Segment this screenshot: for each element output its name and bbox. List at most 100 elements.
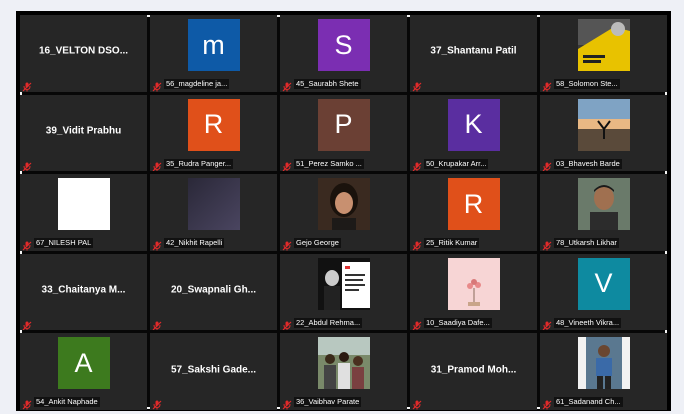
participant-name-label: 50_Krupakar Arr... [424, 158, 489, 169]
avatar-letter: R [447, 178, 500, 231]
tile-footer [412, 397, 535, 410]
participant-tile[interactable]: 37_Shantanu Patil [410, 15, 537, 92]
mic-muted-icon [22, 79, 32, 92]
mic-muted-icon [282, 159, 292, 172]
participant-name-label: Gejo George [294, 238, 341, 249]
white-blank-photo [57, 178, 110, 231]
avatar-letter: S [317, 19, 370, 71]
participant-tile[interactable]: A 54_Ankit Naphade [20, 333, 147, 410]
quote-card-photo [317, 257, 370, 310]
mic-muted-icon [412, 318, 422, 331]
participant-display-name: 57_Sakshi Gade... [170, 363, 257, 375]
participant-tile[interactable]: 39_Vidit Prabhu [20, 94, 147, 172]
participant-tile[interactable]: P 51_Perez Samko ... [280, 94, 407, 172]
participant-name-label: 61_Sadanand Ch... [554, 397, 623, 408]
participant-display-name: 31_Pramod Moh... [430, 363, 517, 375]
participant-name-label: 03_Bhavesh Barde [554, 158, 622, 169]
tile-footer: 25_Ritik Kumar [412, 238, 535, 251]
woman-portrait-photo [317, 178, 370, 231]
participant-tile[interactable]: 42_Nikhit Rapelli [150, 174, 277, 251]
mic-muted-icon [282, 318, 292, 331]
tile-footer: 54_Ankit Naphade [22, 397, 145, 410]
participant-tile[interactable]: 31_Pramod Moh... [410, 333, 537, 410]
tile-footer [22, 79, 145, 92]
mic-muted-icon [282, 79, 292, 92]
tile-footer: 48_Vineeth Vikra... [542, 317, 665, 331]
tile-footer: 22_Abdul Rehma... [282, 317, 405, 331]
participant-tile[interactable]: Gejo George [280, 174, 407, 251]
tile-footer: 42_Nikhit Rapelli [152, 238, 275, 251]
tile-footer: 35_Rudra Panger... [152, 158, 275, 172]
participant-tile[interactable]: 57_Sakshi Gade... [150, 333, 277, 410]
tile-footer: Gejo George [282, 238, 405, 251]
participant-name-label: 36_Vaibhav Parate [294, 397, 362, 408]
mic-muted-icon [152, 318, 162, 331]
tile-footer [152, 397, 275, 410]
tile-footer: 78_Utkarsh Likhar [542, 238, 665, 251]
tile-footer: 45_Saurabh Shete [282, 79, 405, 92]
tile-footer: 67_NILESH PAL [22, 238, 145, 251]
participant-name-label: 22_Abdul Rehma... [294, 317, 363, 328]
tile-footer [22, 317, 145, 331]
man-standing-photo [577, 337, 630, 390]
participant-tile[interactable]: 61_Sadanand Ch... [540, 333, 667, 410]
tile-footer: 03_Bhavesh Barde [542, 158, 665, 172]
participant-tile[interactable]: 78_Utkarsh Likhar [540, 174, 667, 251]
video-gallery-frame: 16_VELTON DSO... m 56_magdeline ja... S 4… [16, 11, 671, 411]
participant-tile[interactable]: R 25_Ritik Kumar [410, 174, 537, 251]
participant-tile[interactable]: 03_Bhavesh Barde [540, 94, 667, 172]
mic-muted-icon [542, 238, 552, 251]
mic-muted-icon [542, 159, 552, 172]
participant-display-name: 33_Chaitanya M... [41, 284, 126, 296]
participant-name-label: 42_Nikhit Rapelli [164, 238, 225, 249]
participant-name-label: 10_Saadiya Dafe... [424, 317, 492, 328]
participant-tile[interactable]: 10_Saadiya Dafe... [410, 253, 537, 331]
avatar-letter: R [187, 98, 240, 151]
participant-display-name: 37_Shantanu Patil [430, 45, 517, 57]
mic-muted-icon [412, 238, 422, 251]
participant-name-label: 45_Saurabh Shete [294, 79, 361, 90]
mic-muted-icon [542, 318, 552, 331]
participant-grid: 16_VELTON DSO... m 56_magdeline ja... S 4… [20, 15, 667, 410]
mic-muted-icon [412, 159, 422, 172]
participant-tile[interactable]: 22_Abdul Rehma... [280, 253, 407, 331]
mic-muted-icon [152, 79, 162, 92]
participant-tile[interactable]: K 50_Krupakar Arr... [410, 94, 537, 172]
participant-tile[interactable]: 58_Solomon Ste... [540, 15, 667, 92]
mic-muted-icon [152, 159, 162, 172]
participant-tile[interactable]: R 35_Rudra Panger... [150, 94, 277, 172]
mic-muted-icon [412, 79, 422, 92]
mic-muted-icon [542, 79, 552, 92]
book-cover-photo [577, 19, 630, 71]
mic-muted-icon [542, 397, 552, 410]
mic-muted-icon [22, 318, 32, 331]
participant-name-label: 25_Ritik Kumar [424, 238, 480, 249]
group-outdoor-photo [317, 337, 370, 390]
participant-tile[interactable]: 67_NILESH PAL [20, 174, 147, 251]
tile-footer [412, 79, 535, 92]
mic-muted-icon [152, 238, 162, 251]
participant-name-label: 54_Ankit Naphade [34, 397, 100, 408]
participant-display-name: 16_VELTON DSO... [38, 45, 129, 57]
participant-tile[interactable]: V 48_Vineeth Vikra... [540, 253, 667, 331]
avatar-letter: A [57, 337, 110, 390]
participant-name-label: 78_Utkarsh Likhar [554, 238, 619, 249]
mic-muted-icon [152, 397, 162, 410]
participant-tile[interactable]: 16_VELTON DSO... [20, 15, 147, 92]
avatar-letter: V [577, 257, 630, 310]
participant-display-name: 39_Vidit Prabhu [45, 125, 122, 137]
participant-tile[interactable]: 33_Chaitanya M... [20, 253, 147, 331]
participant-tile[interactable]: 20_Swapnali Gh... [150, 253, 277, 331]
man-portrait-photo [577, 178, 630, 231]
mic-muted-icon [22, 159, 32, 172]
participant-tile[interactable]: m 56_magdeline ja... [150, 15, 277, 92]
participant-name-label: 58_Solomon Ste... [554, 79, 620, 90]
tile-footer: 50_Krupakar Arr... [412, 158, 535, 172]
mic-muted-icon [22, 397, 32, 410]
mic-muted-icon [282, 397, 292, 410]
tile-footer: 10_Saadiya Dafe... [412, 317, 535, 331]
participant-tile[interactable]: S 45_Saurabh Shete [280, 15, 407, 92]
tile-footer [152, 317, 275, 331]
pink-flower-photo [447, 257, 500, 310]
participant-tile[interactable]: 36_Vaibhav Parate [280, 333, 407, 410]
